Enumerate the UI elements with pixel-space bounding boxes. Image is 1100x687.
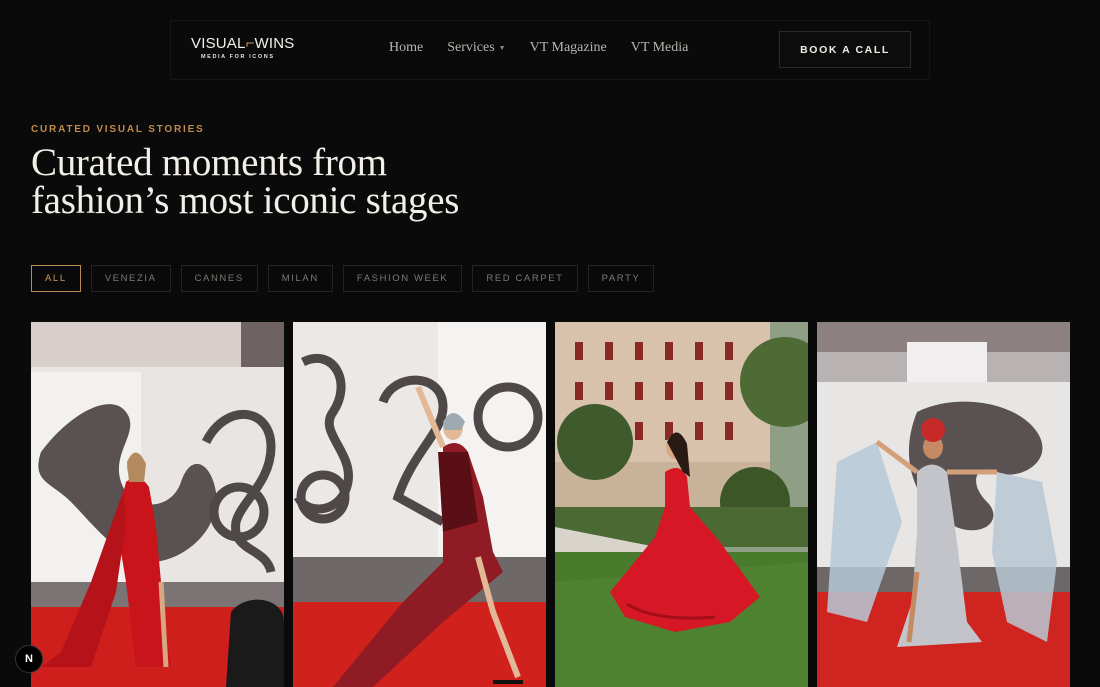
filter-all[interactable]: ALL bbox=[31, 265, 81, 292]
book-a-call-button[interactable]: BOOK A CALL bbox=[779, 31, 911, 68]
photo-feathered-dress-wave bbox=[293, 322, 546, 687]
logo-wordmark: VISUAL⌐WINS bbox=[191, 35, 294, 52]
gallery-photo-2[interactable] bbox=[293, 322, 546, 687]
photo-red-gown-kiss bbox=[31, 322, 284, 687]
logo-tagline: MEDIA FOR ICONS bbox=[201, 54, 275, 60]
page-title: Curated moments from fashion’s most icon… bbox=[31, 141, 591, 222]
chevron-down-icon: ▼ bbox=[498, 43, 506, 52]
nav-services-label: Services bbox=[447, 40, 495, 55]
filter-party[interactable]: PARTY bbox=[587, 265, 655, 292]
photo-embellished-cape bbox=[817, 322, 1070, 687]
gallery-photo-1[interactable] bbox=[31, 322, 284, 687]
nav-vt-magazine[interactable]: VT Magazine bbox=[530, 40, 607, 56]
filter-red-carpet[interactable]: RED CARPET bbox=[472, 265, 578, 292]
nav-services[interactable]: Services ▼ bbox=[447, 40, 505, 56]
logo-right: WINS bbox=[254, 35, 295, 52]
section-eyebrow: CURATED VISUAL STORIES bbox=[31, 124, 205, 135]
title-line-2: fashion’s most iconic stages bbox=[31, 179, 460, 222]
logo-bracket: ⌐ bbox=[245, 35, 255, 52]
gallery-photo-3[interactable] bbox=[555, 322, 808, 687]
category-filters: ALL VENEZIA CANNES MILAN FASHION WEEK RE… bbox=[31, 265, 655, 292]
dev-indicator-badge[interactable]: N bbox=[15, 645, 43, 673]
nav-home[interactable]: Home bbox=[389, 40, 423, 56]
main-nav: Home Services ▼ VT Magazine VT Media bbox=[389, 40, 688, 56]
title-line-1: Curated moments from bbox=[31, 141, 387, 184]
photo-palazzo-twirl bbox=[555, 322, 808, 687]
filter-venezia[interactable]: VENEZIA bbox=[90, 265, 171, 292]
gallery-photo-4[interactable] bbox=[817, 322, 1070, 687]
brand-logo[interactable]: VISUAL⌐WINS MEDIA FOR ICONS bbox=[191, 35, 294, 60]
photo-gallery bbox=[31, 322, 1070, 687]
logo-left: VISUAL bbox=[191, 35, 246, 52]
filter-fashion-week[interactable]: FASHION WEEK bbox=[342, 265, 463, 292]
top-navbar: VISUAL⌐WINS MEDIA FOR ICONS Home Service… bbox=[170, 20, 930, 80]
filter-milan[interactable]: MILAN bbox=[267, 265, 333, 292]
filter-cannes[interactable]: CANNES bbox=[180, 265, 258, 292]
nav-vt-media[interactable]: VT Media bbox=[631, 40, 689, 56]
